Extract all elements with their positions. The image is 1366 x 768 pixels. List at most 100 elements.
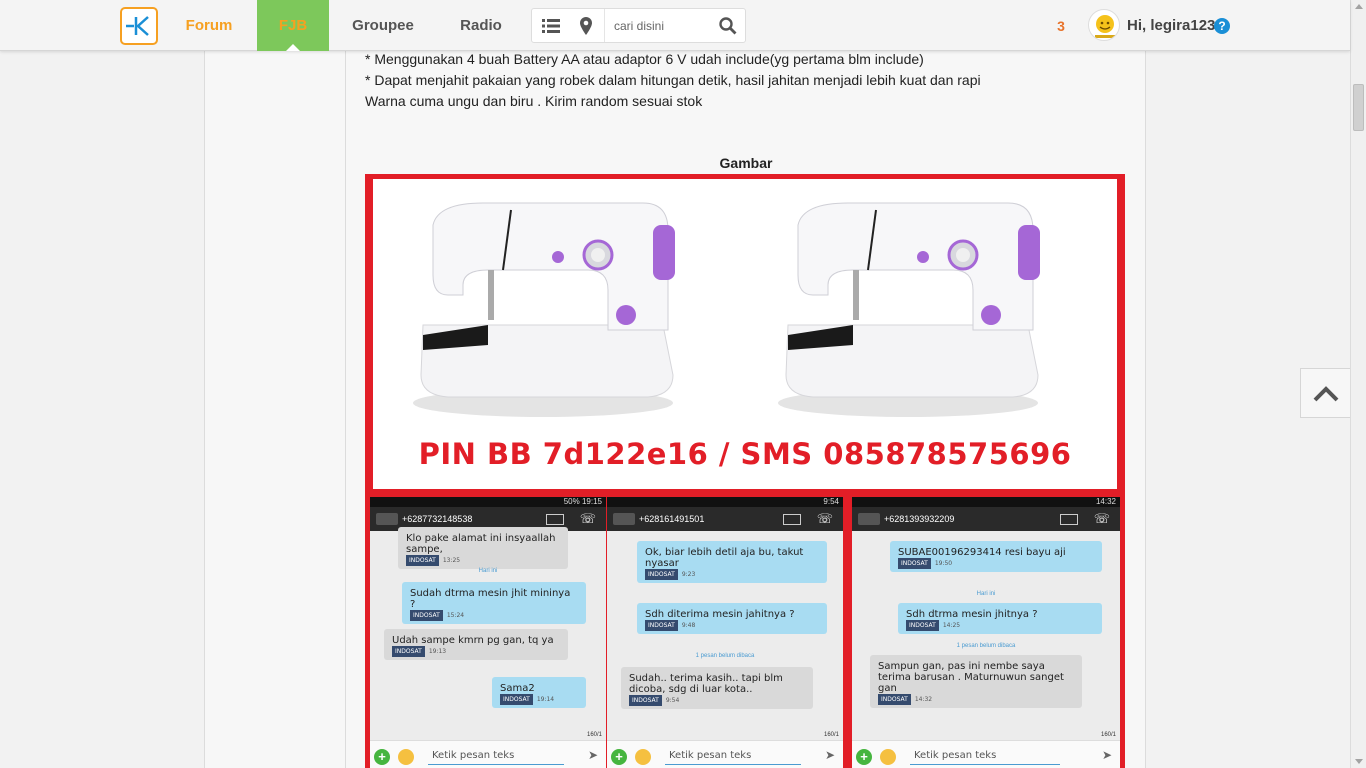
contact-thumbnail-icon (858, 513, 880, 525)
chat-bubble: Sudah.. terima kasih.. tapi blm dicoba, … (621, 667, 813, 709)
chat-message: Klo pake alamat ini insyaallah sampe, (406, 533, 556, 555)
chat-time: 19:13 (428, 648, 447, 655)
nav-groupee[interactable]: Groupee (340, 0, 426, 51)
send-icon: ➤ (824, 748, 835, 762)
search-bar (531, 8, 746, 43)
nav-fjb[interactable]: FJB (257, 0, 329, 51)
emoji-icon (398, 749, 414, 765)
chat-message: Udah sampe kmrn pg gan, tq ya (392, 635, 554, 646)
operator-tag: INDOSAT (645, 620, 678, 631)
message-input: Ketik pesan teks (910, 748, 1060, 765)
search-icon (719, 17, 737, 35)
operator-tag: INDOSAT (878, 694, 911, 705)
chat-date-separator: Hari ini (976, 591, 996, 597)
add-attachment-icon: + (374, 749, 390, 765)
contact-card-icon (546, 514, 564, 525)
emoji-icon (635, 749, 651, 765)
operator-tag: INDOSAT (500, 694, 533, 705)
post-text-line: * Dapat menjahit pakaian yang robek dala… (365, 72, 981, 88)
chat-date-separator: Hari ini (478, 568, 498, 574)
scroll-up-arrow-icon[interactable] (1355, 4, 1363, 9)
help-icon[interactable]: ? (1214, 18, 1230, 34)
chat-meta: INDOSAT 14:32 (878, 694, 932, 705)
notification-count[interactable]: 3 (1053, 16, 1069, 36)
chat-time: 15:24 (446, 612, 465, 619)
avatar[interactable] (1088, 9, 1120, 41)
post-text-line: Warna cuma ungu dan biru . Kirim random … (365, 93, 703, 109)
active-caret-icon (286, 44, 300, 51)
post-author-column (204, 51, 346, 768)
chat-message: Sdh diterima mesin jahitnya ? (645, 609, 795, 620)
chat-message: Sudah.. terima kasih.. tapi blm dicoba, … (629, 673, 783, 695)
phone-call-icon: ☏ (1093, 511, 1110, 526)
phone-call-icon: ☏ (816, 511, 833, 526)
chat-unread-separator: 1 pesan belum dibaca (695, 653, 755, 659)
chat-bubble: Ok, biar lebih detil aja bu, takut nyasa… (637, 541, 827, 583)
product-photo-panel: PIN BB 7d122e16 / SMS 085878575696 (373, 179, 1117, 489)
chat-message: SUBAE00196293414 resi bayu aji (898, 547, 1066, 558)
message-input: Ketik pesan teks (428, 748, 564, 765)
kaskus-logo-icon (126, 16, 149, 36)
back-to-top-button[interactable] (1300, 368, 1350, 418)
phone-call-icon: ☏ (579, 511, 596, 526)
location-pin-icon[interactable] (580, 17, 592, 35)
operator-tag: INDOSAT (410, 610, 443, 621)
search-button[interactable] (718, 17, 738, 37)
emoji-icon (880, 749, 896, 765)
char-counter: 160/1 (823, 732, 839, 738)
chat-meta: INDOSAT 19:13 (392, 646, 446, 657)
chat-unread-separator: 1 pesan belum dibaca (956, 643, 1016, 649)
chat-bubble: Sama2 INDOSAT 19:14 (492, 677, 586, 708)
operator-tag: INDOSAT (906, 620, 939, 631)
chat-time: 14:32 (914, 696, 933, 703)
chat-screenshot: 50% 19:15 +6287732148538 ☏ Klo pake alam… (370, 497, 606, 768)
nav-radio[interactable]: Radio (448, 0, 514, 51)
chat-meta: INDOSAT 19:14 (500, 694, 554, 705)
send-icon: ➤ (587, 748, 598, 762)
phone-status-bar: 50% 19:15 (370, 497, 606, 507)
chat-time: 19:14 (536, 696, 555, 703)
scroll-down-arrow-icon[interactable] (1355, 759, 1363, 764)
chat-time: 13:25 (442, 557, 461, 564)
search-input[interactable] (614, 15, 714, 37)
chat-input-bar: 160/1 + Ketik pesan teks ➤ (370, 732, 606, 768)
operator-tag: INDOSAT (898, 558, 931, 569)
char-counter: 160/1 (1100, 732, 1116, 738)
phone-status-bar: 9:54 (607, 497, 843, 507)
sewing-machine-illustration (778, 202, 1040, 417)
chat-bubble: Udah sampe kmrn pg gan, tq ya INDOSAT 19:… (384, 629, 568, 660)
list-icon[interactable] (542, 18, 560, 34)
chat-time: 9:23 (681, 571, 696, 578)
chat-input-bar: 160/1 + Ketik pesan teks ➤ (852, 732, 1120, 768)
add-attachment-icon: + (611, 749, 627, 765)
chat-bubble: Sampun gan, pas ini nembe saya terima ba… (870, 655, 1082, 708)
operator-tag: INDOSAT (392, 646, 425, 657)
page-scrollbar[interactable] (1350, 0, 1366, 768)
product-image[interactable]: PIN BB 7d122e16 / SMS 085878575696 50% 1… (365, 174, 1125, 768)
chat-message: Ok, biar lebih detil aja bu, takut nyasa… (645, 547, 804, 569)
phone-status-bar: 14:32 (852, 497, 1120, 507)
chat-meta: INDOSAT 13:25 (406, 555, 460, 566)
chat-message: Sampun gan, pas ini nembe saya terima ba… (878, 661, 1064, 694)
chat-bubble: Klo pake alamat ini insyaallah sampe, IN… (398, 527, 568, 569)
chat-message: Sudah dtrma mesin jhit mininya ? (410, 588, 571, 610)
chat-meta: INDOSAT 14:25 (906, 620, 960, 631)
kaskus-logo[interactable] (120, 7, 158, 45)
image-section-title: Gambar (719, 155, 773, 171)
scrollbar-thumb[interactable] (1353, 84, 1364, 131)
chat-meta: INDOSAT 9:48 (645, 620, 695, 631)
chat-time: 14:25 (942, 622, 961, 629)
chevron-up-icon (1313, 386, 1339, 402)
nav-forum[interactable]: Forum (170, 0, 248, 51)
contact-card-icon (1060, 514, 1078, 525)
chat-message: Sdh dtrma mesin jhitnya ? (906, 609, 1038, 620)
chat-meta: INDOSAT 9:23 (645, 569, 695, 580)
user-greeting[interactable]: Hi, legira123 (1127, 16, 1215, 36)
send-icon: ➤ (1101, 748, 1112, 762)
contact-thumbnail-icon (376, 513, 398, 525)
add-attachment-icon: + (856, 749, 872, 765)
message-input: Ketik pesan teks (665, 748, 801, 765)
chat-bubble: SUBAE00196293414 resi bayu aji INDOSAT 19… (890, 541, 1102, 572)
chat-message: Sama2 (500, 683, 535, 694)
chat-meta: INDOSAT 9:54 (629, 695, 679, 706)
